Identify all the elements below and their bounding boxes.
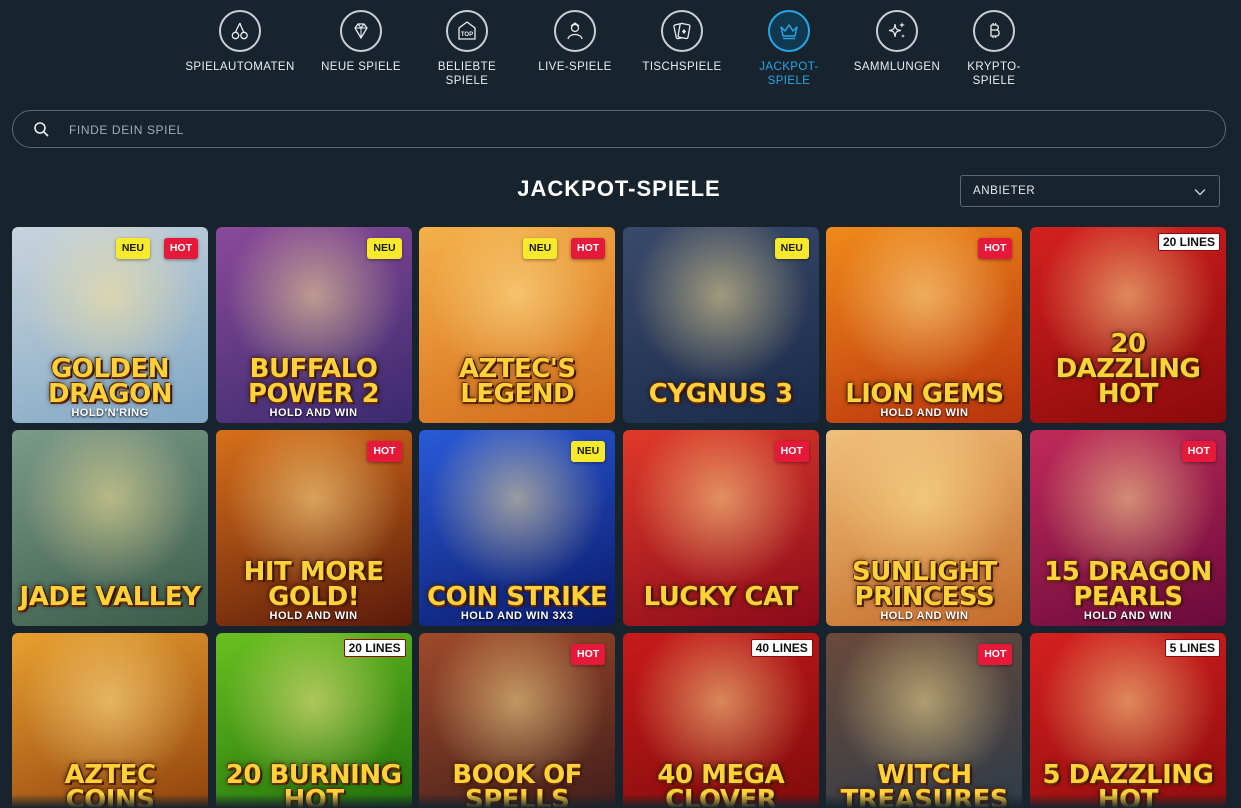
- category-label: BELIEBTE SPIELE: [437, 61, 497, 87]
- new-badge: NEU: [115, 238, 150, 259]
- category-tischspiele[interactable]: TISCHSPIELE: [627, 10, 737, 74]
- page-title: JACKPOT-SPIELE: [517, 176, 721, 201]
- chevron-down-icon: [1194, 189, 1206, 196]
- search-icon: [34, 122, 49, 137]
- category-label: TISCHSPIELE: [642, 61, 722, 73]
- provider-select-value: ANBIETER: [973, 185, 1036, 197]
- game-title: 15 DRAGON PEARLS: [1044, 557, 1212, 612]
- category-label: KRYPTO-SPIELE: [967, 61, 1021, 87]
- game-title: LUCKY CAT: [643, 582, 799, 612]
- category-sammlungen[interactable]: SAMMLUNGEN: [842, 10, 952, 74]
- category-spielautomaten[interactable]: SPIELAUTOMATEN: [185, 10, 295, 74]
- category-live-spiele[interactable]: LIVE-SPIELE: [520, 10, 630, 74]
- game-subtitle: HOLD AND WIN: [269, 610, 358, 622]
- game-subtitle: HOLD'N'RING: [71, 407, 149, 419]
- category-jackpot-spiele[interactable]: JACKPOT-SPIELE: [734, 10, 844, 88]
- game-subtitle: HOLD AND WIN: [269, 407, 358, 419]
- game-tile[interactable]: AZTEC'S LEGEND HOT NEU: [419, 227, 616, 423]
- category-neue-spiele[interactable]: NEUE SPIELE: [306, 10, 416, 74]
- crown-icon: [768, 10, 810, 52]
- game-title: SUNLIGHT PRINCESS: [852, 557, 997, 612]
- game-title: BUFFALO POWER 2: [247, 354, 380, 409]
- category-label: LIVE-SPIELE: [538, 61, 612, 73]
- provider-select[interactable]: ANBIETER: [960, 175, 1220, 207]
- game-tile[interactable]: 20 DAZZLING HOT 20 LINES: [1029, 227, 1226, 423]
- bottom-fade: [0, 794, 1241, 808]
- hot-badge: HOT: [978, 644, 1013, 665]
- game-tile[interactable]: 15 DRAGON PEARLS HOLD AND WIN HOT: [1029, 430, 1226, 626]
- diamond-icon: [340, 10, 382, 52]
- game-tile[interactable]: LION GEMS HOLD AND WIN HOT: [826, 227, 1023, 423]
- hot-badge: HOT: [978, 238, 1013, 259]
- top-badge-icon: TOP: [446, 10, 488, 52]
- game-tile[interactable]: HIT MORE GOLD! HOLD AND WIN HOT: [215, 430, 412, 626]
- cherries-icon: [219, 10, 261, 52]
- game-title: GOLDEN DRAGON: [48, 354, 172, 409]
- game-tile[interactable]: BUFFALO POWER 2 HOLD AND WIN NEU: [215, 227, 412, 423]
- category-label: SPIELAUTOMATEN: [185, 61, 295, 73]
- game-grid: GOLDEN DRAGON HOLD'N'RING HOT NEU BUFFALO PO…: [12, 227, 1226, 808]
- category-label: NEUE SPIELE: [321, 61, 401, 73]
- game-tile[interactable]: LUCKY CAT HOT: [622, 430, 819, 626]
- game-title: HIT MORE GOLD!: [243, 557, 384, 612]
- paylines-badge: 5 LINES: [1164, 639, 1220, 657]
- paylines-badge: 40 LINES: [750, 639, 813, 657]
- new-badge: NEU: [774, 238, 809, 259]
- category-nav: SPIELAUTOMATEN NEUE SPIELE TOP BELIEBTE SPI…: [0, 0, 1241, 100]
- game-title: COIN STRIKE: [427, 582, 608, 612]
- game-tile[interactable]: SUNLIGHT PRINCESS HOLD AND WIN: [826, 430, 1023, 626]
- category-label: SAMMLUNGEN: [853, 61, 941, 73]
- search-bar[interactable]: [12, 110, 1226, 149]
- hot-badge: HOT: [571, 238, 606, 259]
- hot-badge: HOT: [1181, 441, 1216, 462]
- bitcoin-icon: [973, 10, 1015, 52]
- new-badge: NEU: [367, 238, 402, 259]
- hot-badge: HOT: [367, 441, 402, 462]
- game-tile[interactable]: 20 BURNING HOT20 LINES: [215, 633, 412, 808]
- dealer-icon: [554, 10, 596, 52]
- game-title: AZTEC'S LEGEND: [458, 354, 576, 409]
- hot-badge: HOT: [163, 238, 198, 259]
- sparkles-icon: [876, 10, 918, 52]
- game-tile[interactable]: CYGNUS 3 NEU: [622, 227, 819, 423]
- game-tile[interactable]: COIN STRIKE HOLD AND WIN 3X3 NEU: [419, 430, 616, 626]
- paylines-badge: 20 LINES: [343, 639, 406, 657]
- new-badge: NEU: [571, 441, 606, 462]
- game-tile[interactable]: WITCH TREASURESHOT: [826, 633, 1023, 808]
- category-beliebte-spiele[interactable]: TOP BELIEBTE SPIELE: [412, 10, 522, 88]
- game-tile[interactable]: JADE VALLEY: [12, 430, 208, 626]
- game-subtitle: HOLD AND WIN: [1083, 610, 1173, 622]
- game-tile[interactable]: AZTEC COINS: [12, 633, 208, 808]
- cards-icon: [661, 10, 703, 52]
- game-tile[interactable]: 5 DAZZLING HOT5 LINES: [1029, 633, 1226, 808]
- game-title: CYGNUS 3: [648, 379, 794, 409]
- hot-badge: HOT: [774, 441, 809, 462]
- game-subtitle: HOLD AND WIN: [880, 610, 969, 622]
- hot-badge: HOT: [571, 644, 606, 665]
- search-input[interactable]: [67, 111, 1171, 149]
- game-title: JADE VALLEY: [19, 582, 201, 612]
- game-tile[interactable]: BOOK OF SPELLSHOT: [419, 633, 616, 808]
- game-title: 20 DAZZLING HOT: [1055, 329, 1201, 409]
- new-badge: NEU: [523, 238, 558, 259]
- svg-text:TOP: TOP: [461, 32, 473, 38]
- category-krypto-spiele[interactable]: KRYPTO-SPIELE: [939, 10, 1049, 88]
- game-tile[interactable]: 40 MEGA CLOVER40 LINES: [622, 633, 819, 808]
- game-subtitle: HOLD AND WIN: [880, 407, 969, 419]
- game-tile[interactable]: GOLDEN DRAGON HOLD'N'RING HOT NEU: [12, 227, 208, 423]
- game-subtitle: HOLD AND WIN 3X3: [460, 610, 574, 622]
- paylines-badge: 20 LINES: [1157, 233, 1220, 251]
- game-title: LION GEMS: [845, 379, 1004, 409]
- category-label: JACKPOT-SPIELE: [759, 61, 819, 87]
